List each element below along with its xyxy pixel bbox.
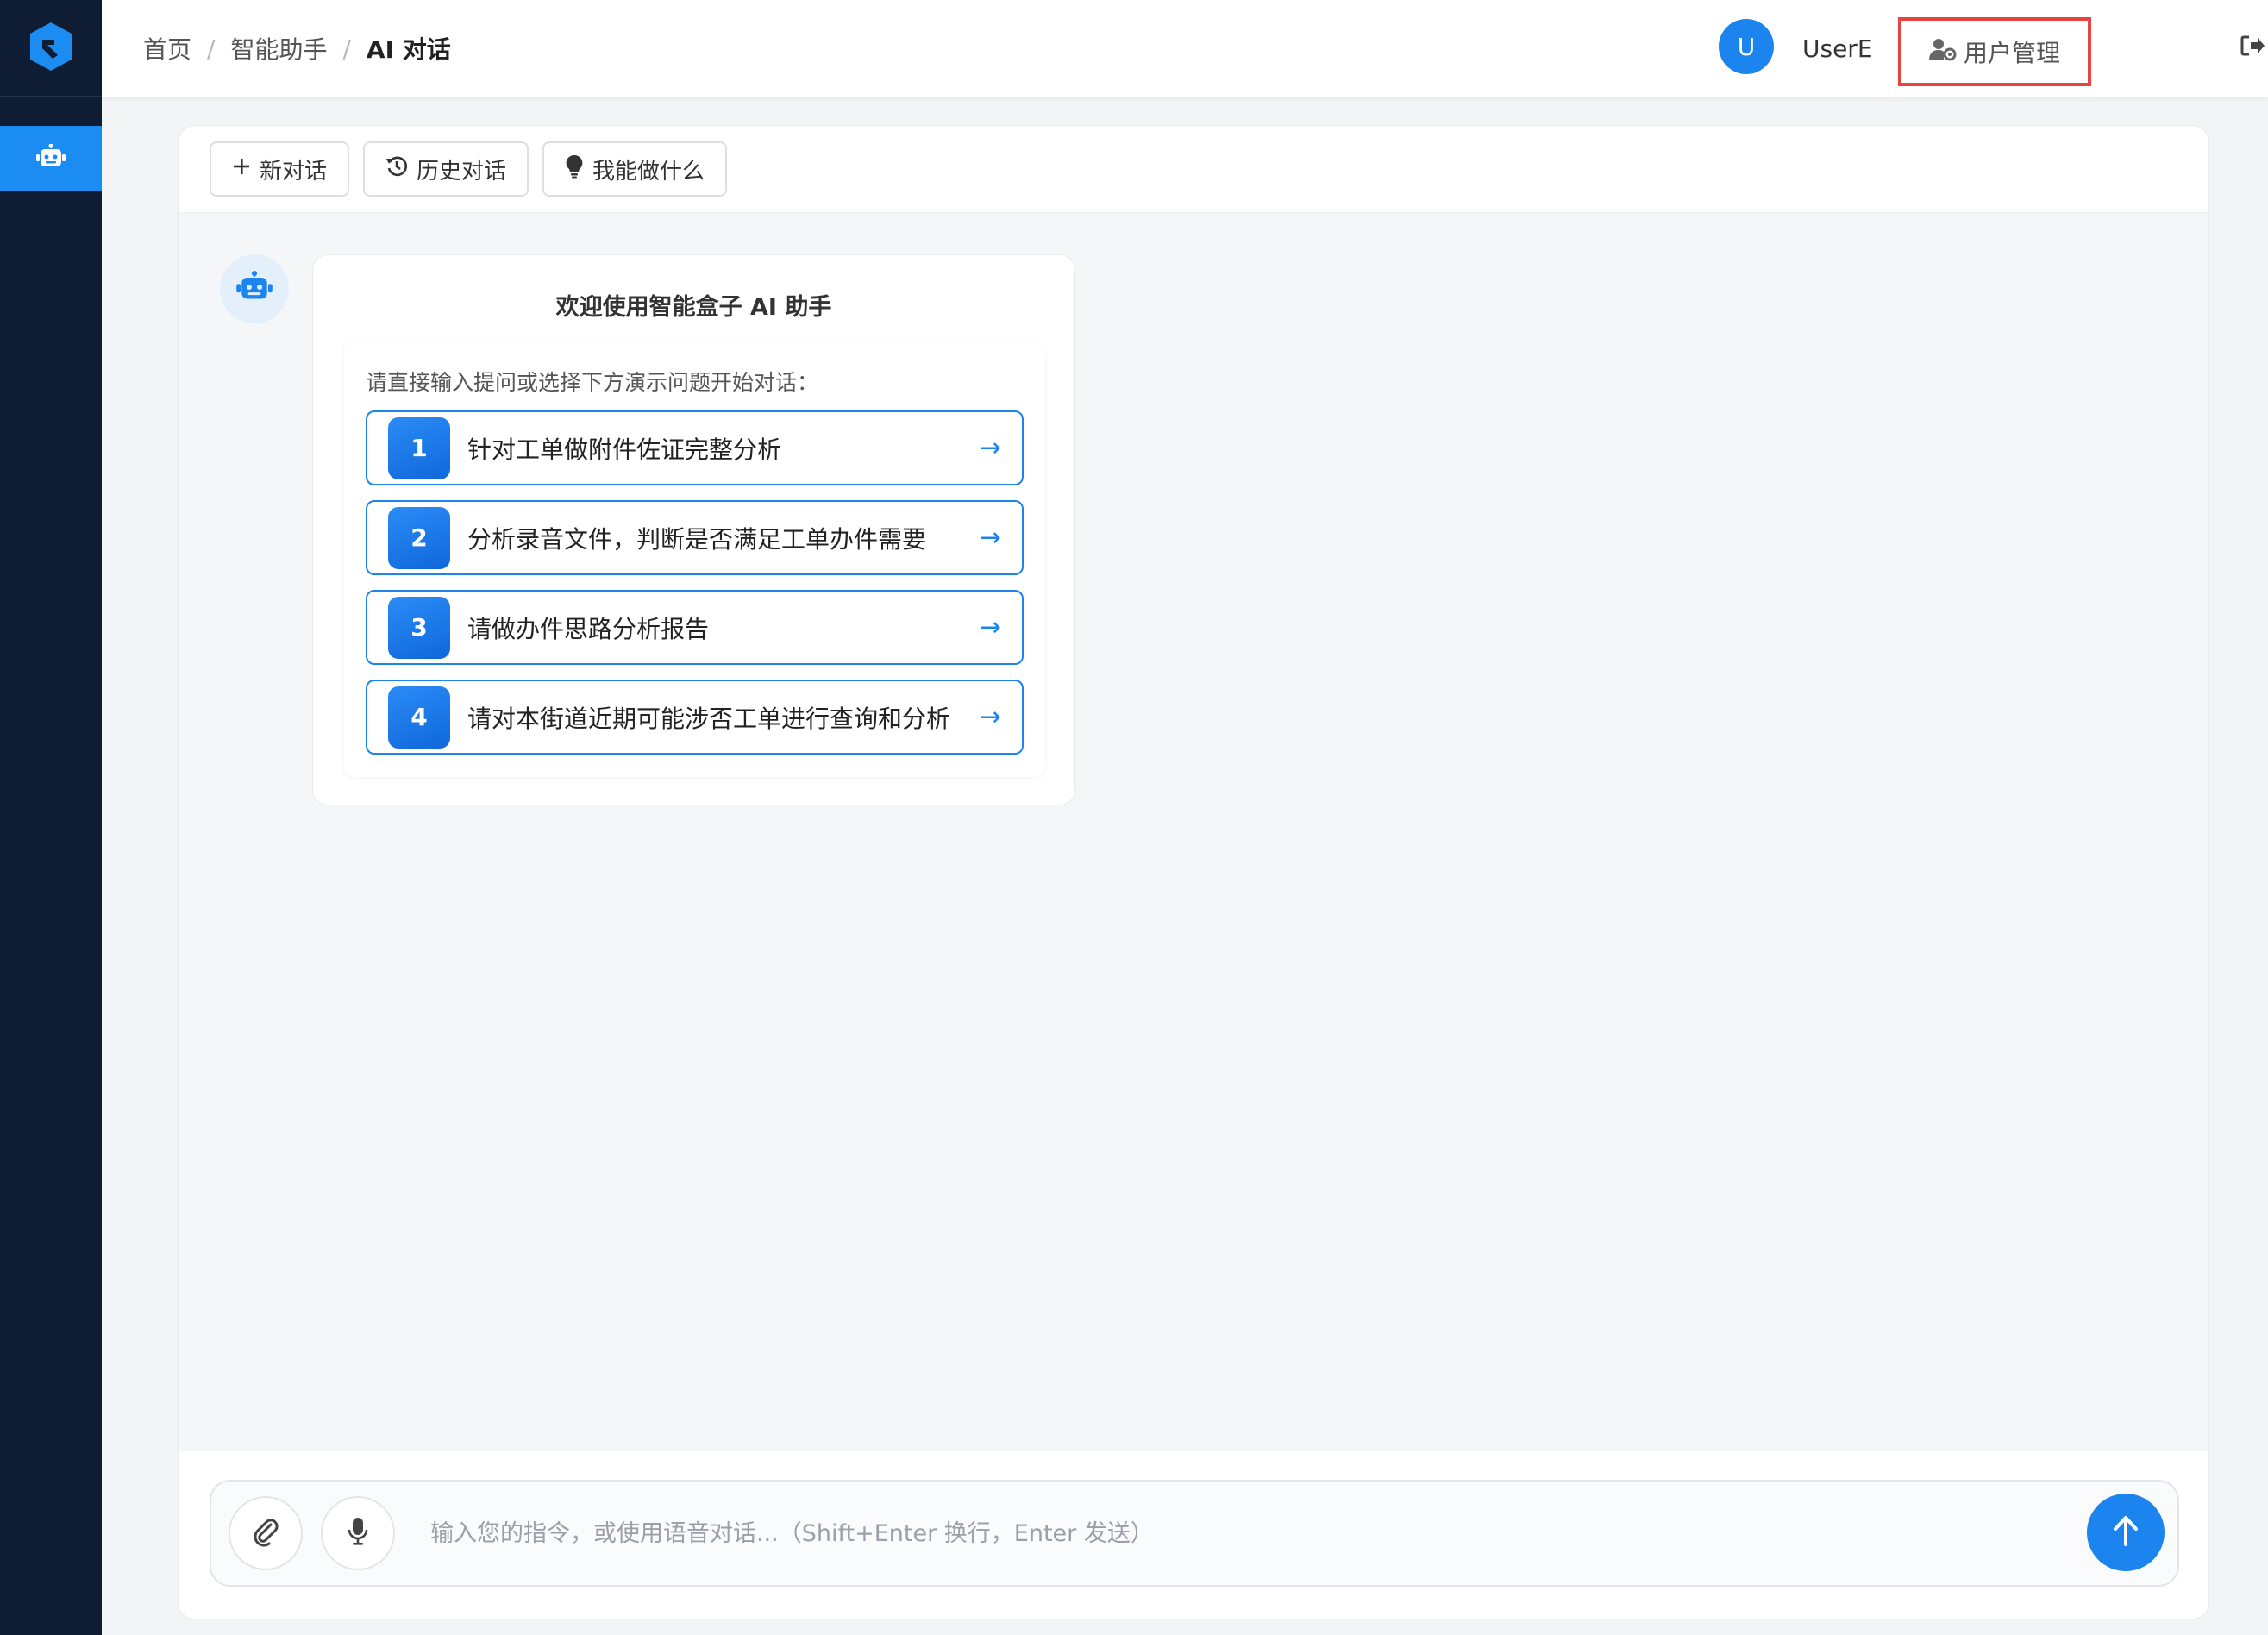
welcome-intro: 请直接输入提问或选择下方演示问题开始对话： [366, 370, 819, 395]
send-button[interactable] [2087, 1494, 2165, 1571]
breadcrumb-separator: / [342, 34, 351, 63]
chat-toolbar: 新对话 历史对话 我能做什么 [179, 126, 2208, 213]
lightbulb-icon [565, 154, 592, 185]
arrow-right-icon: → [979, 523, 1001, 553]
username[interactable]: UserE [1802, 0, 1873, 97]
history-label: 历史对话 [417, 158, 507, 185]
question-text: 请对本街道近期可能涉否工单进行查询和分析 [467, 704, 951, 733]
user-management-button[interactable]: 用户管理 [1898, 17, 2091, 86]
question-text: 分析录音文件，判断是否满足工单办件需要 [467, 524, 927, 554]
arrow-right-icon: → [979, 433, 1001, 463]
sidebar-item-ai-chat[interactable] [0, 126, 102, 191]
plus-icon [232, 156, 260, 182]
question-number: 2 [388, 506, 450, 569]
arrow-right-icon: → [979, 612, 1001, 642]
sidebar [0, 0, 102, 1635]
breadcrumb-assistant[interactable]: 智能助手 [230, 31, 327, 66]
suggested-questions-panel: 请直接输入提问或选择下方演示问题开始对话： 1 针对工单做附件佐证完整分析 → … [344, 341, 1045, 777]
chat-panel: 新对话 历史对话 我能做什么 欢迎使用智能盒子 AI 助手 请直接输入提问或选择… [178, 125, 2209, 1619]
welcome-message: 欢迎使用智能盒子 AI 助手 请直接输入提问或选择下方演示问题开始对话： 1 针… [312, 254, 1075, 805]
suggested-question-4[interactable]: 4 请对本街道近期可能涉否工单进行查询和分析 → [366, 680, 1024, 755]
history-icon [385, 155, 417, 184]
bot-avatar [220, 254, 289, 323]
question-number: 3 [388, 596, 450, 659]
history-button[interactable]: 历史对话 [363, 141, 529, 197]
sign-out-icon [2240, 34, 2268, 63]
app-logo-icon [28, 21, 73, 76]
arrow-right-icon: → [979, 702, 1001, 732]
app-logo[interactable] [0, 0, 102, 97]
arrow-up-icon [2110, 1513, 2141, 1551]
new-chat-button[interactable]: 新对话 [210, 141, 350, 197]
user-avatar[interactable]: U [1719, 19, 1774, 74]
breadcrumb: 首页 / 智能助手 / AI 对话 [143, 0, 451, 97]
capabilities-label: 我能做什么 [592, 158, 705, 185]
suggested-question-3[interactable]: 3 请做办件思路分析报告 → [366, 590, 1024, 665]
breadcrumb-separator: / [207, 34, 216, 63]
robot-icon [35, 143, 66, 173]
microphone-icon [346, 1516, 370, 1550]
message-composer [210, 1480, 2179, 1587]
capabilities-button[interactable]: 我能做什么 [542, 141, 728, 197]
question-text: 针对工单做附件佐证完整分析 [467, 435, 782, 464]
new-chat-label: 新对话 [260, 158, 328, 185]
question-number: 1 [388, 417, 450, 479]
breadcrumb-current: AI 对话 [366, 35, 451, 64]
logout-button[interactable]: 退出 [2240, 0, 2268, 97]
chat-messages-area: 欢迎使用智能盒子 AI 助手 请直接输入提问或选择下方演示问题开始对话： 1 针… [179, 213, 2208, 1451]
question-number: 4 [388, 686, 450, 749]
welcome-title: 欢迎使用智能盒子 AI 助手 [555, 294, 832, 321]
user-management-label: 用户管理 [1963, 39, 2060, 67]
user-gear-icon [1928, 37, 1964, 67]
composer-area [179, 1451, 2208, 1619]
message-input[interactable] [430, 1507, 1939, 1559]
breadcrumb-home[interactable]: 首页 [143, 31, 191, 66]
question-text: 请做办件思路分析报告 [467, 614, 710, 643]
suggested-question-1[interactable]: 1 针对工单做附件佐证完整分析 → [366, 410, 1024, 485]
suggested-question-2[interactable]: 2 分析录音文件，判断是否满足工单办件需要 → [366, 500, 1024, 575]
top-header: 首页 / 智能助手 / AI 对话 U UserE 用户管理 退出 [102, 0, 2268, 97]
paperclip-icon [250, 1516, 281, 1550]
voice-button[interactable] [321, 1496, 395, 1570]
robot-icon [235, 271, 273, 307]
attach-button[interactable] [229, 1496, 303, 1570]
